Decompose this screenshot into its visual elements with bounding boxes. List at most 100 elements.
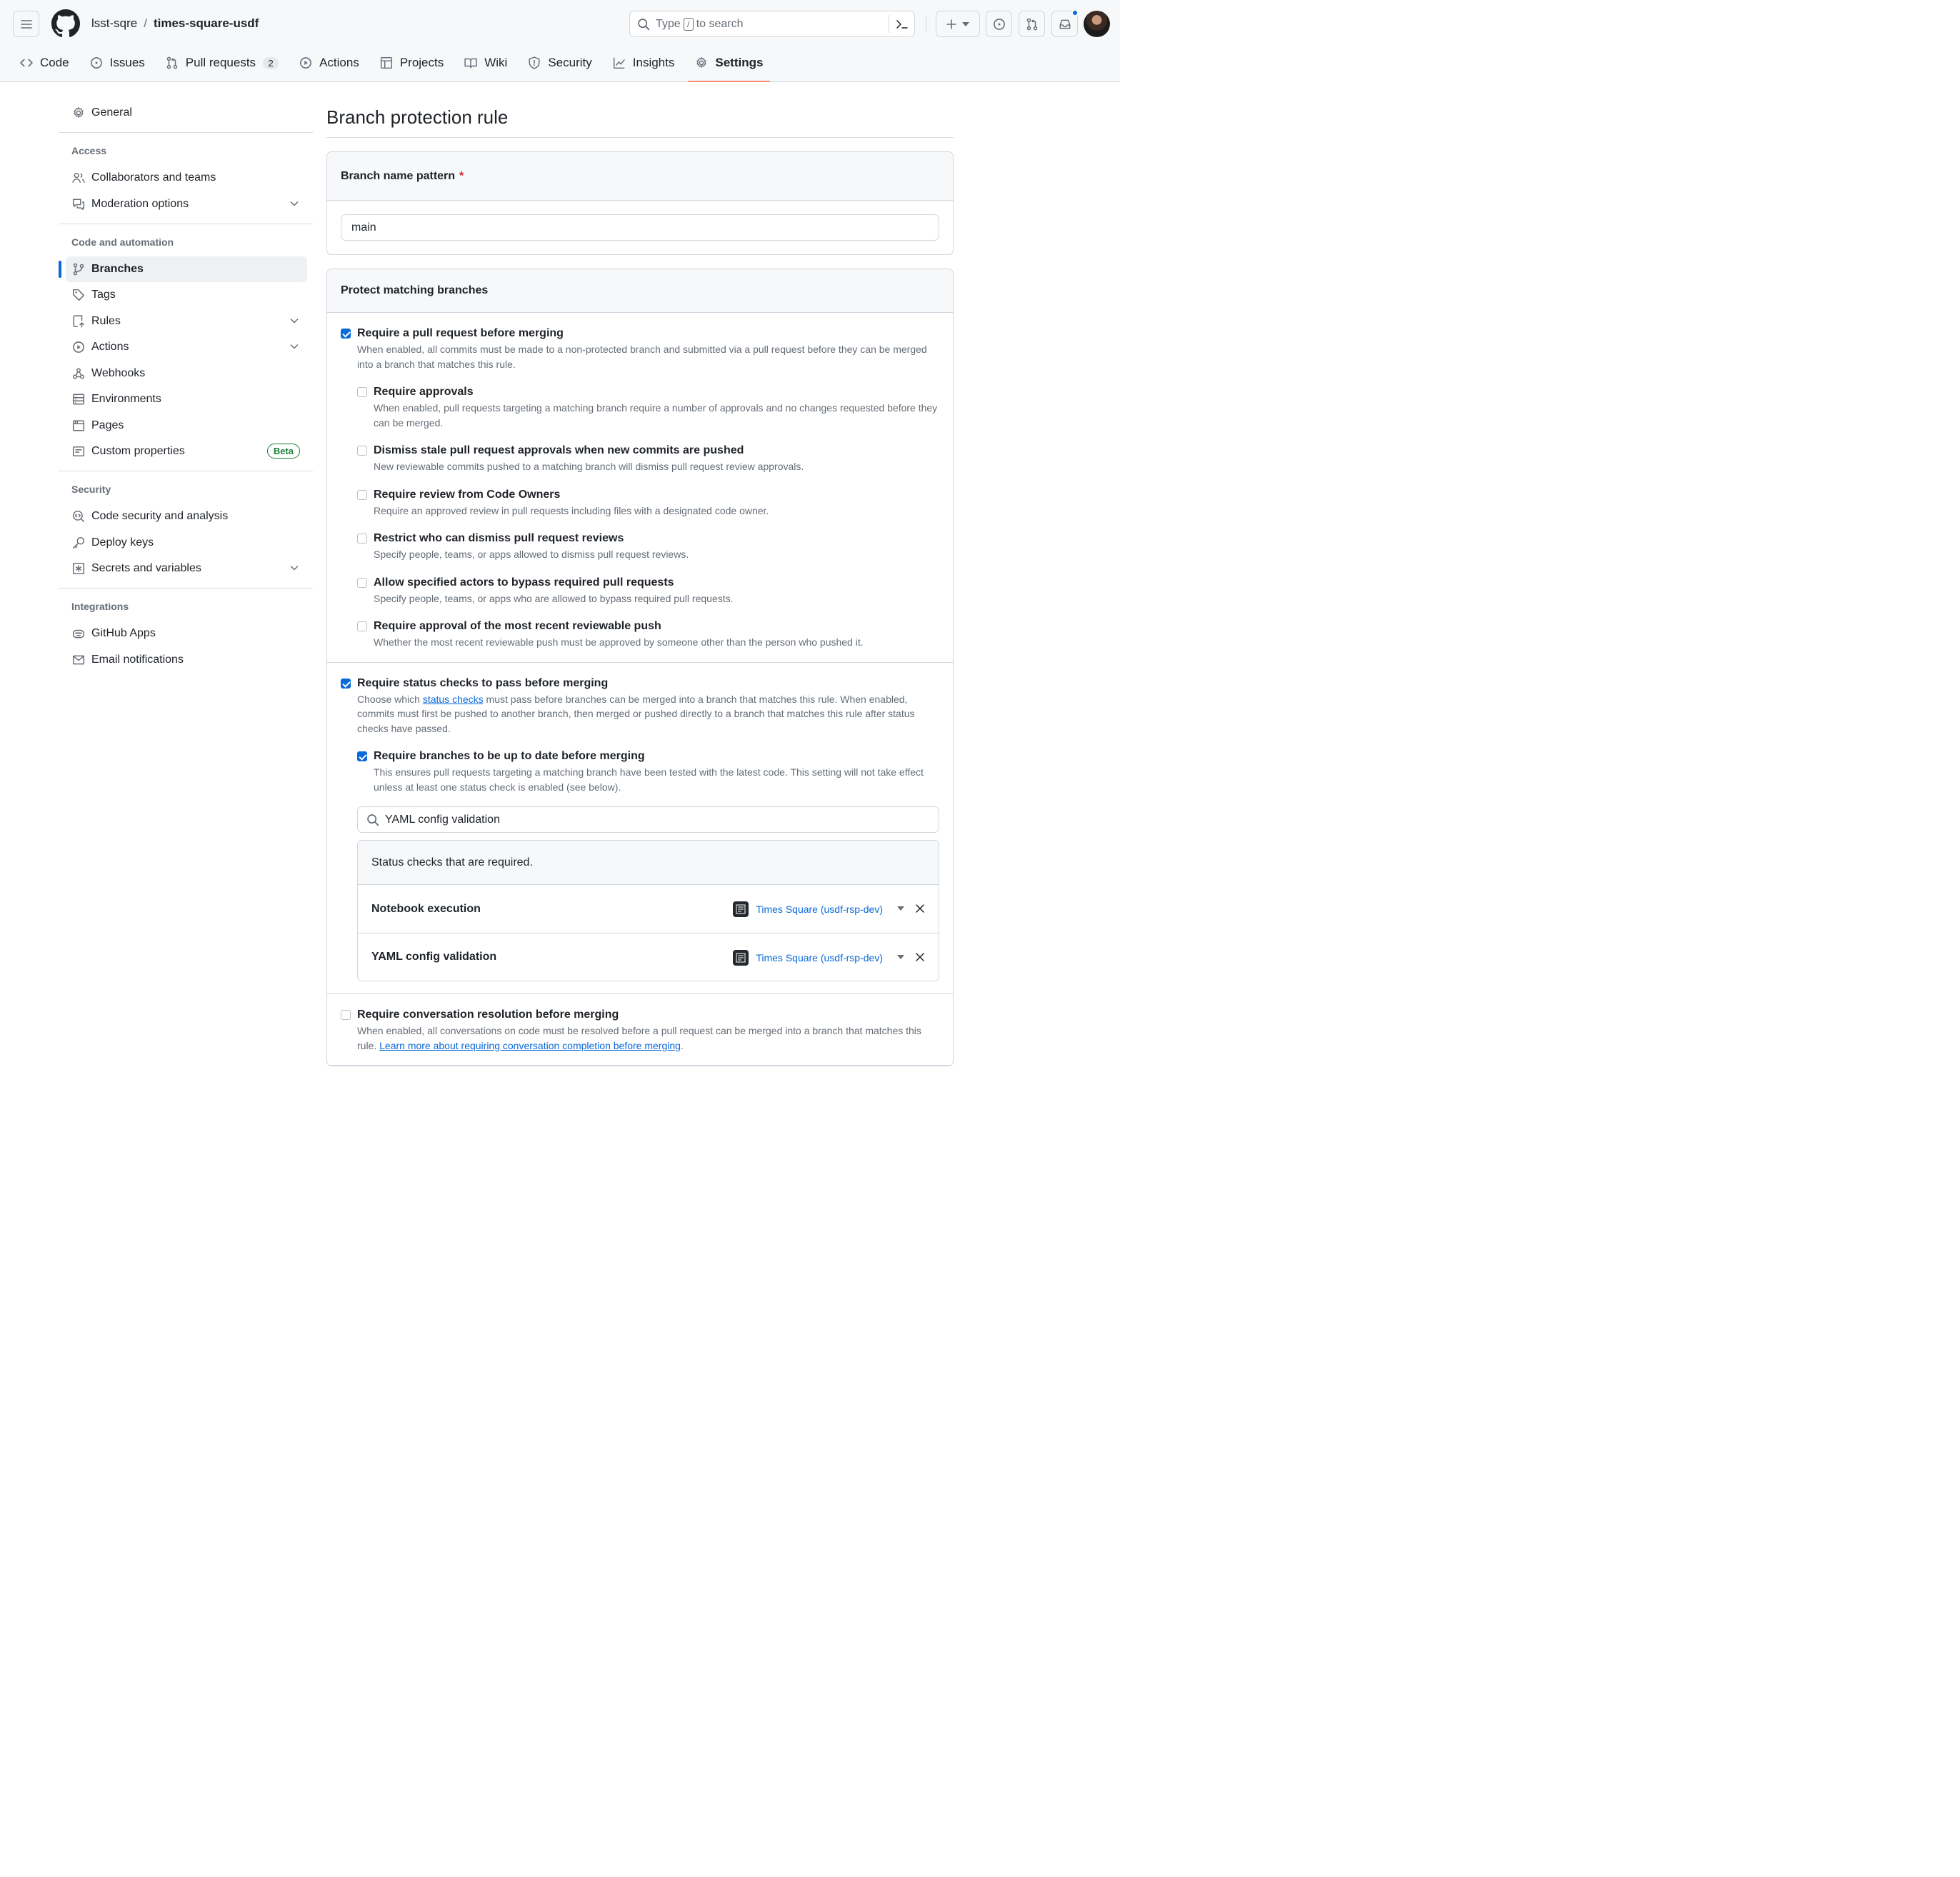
triangle-down-icon[interactable] xyxy=(897,955,904,959)
up-to-date-checkbox[interactable] xyxy=(357,751,367,761)
table-row: YAML config validation Times Square (usd… xyxy=(358,933,939,981)
sidebar-item-tags[interactable]: Tags xyxy=(59,282,313,308)
issues-button[interactable] xyxy=(986,11,1012,37)
status-checks-link[interactable]: status checks xyxy=(423,694,484,705)
tab-code[interactable]: Code xyxy=(13,50,76,76)
pull-requests-button[interactable] xyxy=(1019,11,1045,37)
key-icon xyxy=(72,536,85,549)
sidebar-item-webhooks[interactable]: Webhooks xyxy=(59,361,313,386)
bypass-actors-option: Allow specified actors to bypass require… xyxy=(357,576,939,606)
tab-actions[interactable]: Actions xyxy=(292,50,366,76)
sidebar-item-email-notifications[interactable]: Email notifications xyxy=(59,647,313,673)
tab-issues[interactable]: Issues xyxy=(83,50,152,76)
create-new-button[interactable] xyxy=(936,11,980,37)
repo-owner-link[interactable]: lsst-sqre xyxy=(91,16,137,31)
issue-opened-icon xyxy=(90,57,102,69)
github-logo-icon[interactable] xyxy=(51,9,80,38)
graph-icon xyxy=(613,57,625,69)
sidebar-item-environments[interactable]: Environments xyxy=(59,386,313,412)
beta-badge: Beta xyxy=(266,444,300,459)
mail-icon xyxy=(72,655,85,664)
require-pr-option: Require a pull request before merging Wh… xyxy=(341,326,939,650)
bypass-actors-checkbox[interactable] xyxy=(357,577,367,588)
recent-push-option: Require approval of the most recent revi… xyxy=(357,619,939,650)
menu-button[interactable] xyxy=(13,11,39,37)
code-owners-checkbox[interactable] xyxy=(357,489,367,500)
option-title: Require a pull request before merging xyxy=(357,327,564,339)
restrict-dismiss-checkbox[interactable] xyxy=(357,534,367,544)
note-icon xyxy=(72,446,85,456)
command-palette-button[interactable] xyxy=(889,15,914,33)
triangle-down-icon[interactable] xyxy=(897,906,904,911)
sidebar-item-code-security[interactable]: Code security and analysis xyxy=(59,504,313,529)
settings-sidebar: General Access Collaborators and teams M… xyxy=(59,100,313,673)
status-sub-options: Require branches to be up to date before… xyxy=(357,749,939,981)
app-logo-icon xyxy=(733,950,749,966)
sidebar-item-pages[interactable]: Pages xyxy=(59,413,313,439)
search-input[interactable]: Type / to search xyxy=(629,11,915,37)
avatar[interactable] xyxy=(1084,11,1110,37)
learn-more-link[interactable]: Learn more about requiring conversation … xyxy=(379,1040,681,1051)
dismiss-stale-option: Dismiss stale pull request approvals whe… xyxy=(357,444,939,474)
recent-push-checkbox[interactable] xyxy=(357,621,367,631)
sidebar-item-general[interactable]: General xyxy=(59,100,313,126)
sidebar-item-actions[interactable]: Actions xyxy=(59,334,313,360)
page-title: Branch protection rule xyxy=(326,100,954,138)
close-icon[interactable] xyxy=(916,904,924,913)
require-approvals-checkbox[interactable] xyxy=(357,387,367,397)
sidebar-item-rules[interactable]: Rules xyxy=(59,309,313,334)
sidebar-item-custom-properties[interactable]: Custom properties Beta xyxy=(59,439,313,464)
sidebar-item-moderation[interactable]: Moderation options xyxy=(59,191,313,217)
gear-icon xyxy=(696,57,706,68)
tag-icon xyxy=(72,289,85,301)
check-app: Times Square (usdf-rsp-dev) xyxy=(733,901,883,917)
required-checks-heading: Status checks that are required. xyxy=(358,841,939,885)
app-header: lsst-sqre / times-square-usdf Type / to … xyxy=(0,0,1120,82)
sidebar-item-github-apps[interactable]: GitHub Apps xyxy=(59,621,313,646)
chevron-down-icon xyxy=(290,201,299,206)
tab-wiki[interactable]: Wiki xyxy=(457,50,514,76)
shield-icon xyxy=(529,56,540,69)
git-pull-request-icon xyxy=(166,56,178,69)
app-logo-icon xyxy=(733,901,749,917)
close-icon[interactable] xyxy=(916,953,924,961)
require-pr-checkbox[interactable] xyxy=(341,329,351,339)
table-icon xyxy=(380,56,392,69)
gear-icon xyxy=(74,107,84,118)
conversation-checkbox[interactable] xyxy=(341,1010,351,1020)
comment-discussion-icon xyxy=(72,199,85,210)
up-to-date-option: Require branches to be up to date before… xyxy=(357,749,939,794)
pr-sub-options: Require approvals When enabled, pull req… xyxy=(357,385,939,650)
repo-name-link[interactable]: times-square-usdf xyxy=(154,16,259,31)
terminal-icon xyxy=(896,19,908,29)
breadcrumb-separator: / xyxy=(144,16,147,30)
status-checks-option: Require status checks to pass before mer… xyxy=(341,676,939,981)
hamburger-icon xyxy=(20,19,32,29)
restrict-dismiss-option: Restrict who can dismiss pull request re… xyxy=(357,531,939,562)
sidebar-item-deploy-keys[interactable]: Deploy keys xyxy=(59,530,313,556)
dismiss-stale-checkbox[interactable] xyxy=(357,446,367,456)
tab-pull-requests[interactable]: Pull requests 2 xyxy=(159,50,286,76)
status-checks-checkbox[interactable] xyxy=(341,678,351,689)
key-asterisk-icon xyxy=(72,562,85,575)
check-app-link[interactable]: Times Square (usdf-rsp-dev) xyxy=(756,952,883,963)
tab-projects[interactable]: Projects xyxy=(373,50,451,76)
tab-insights[interactable]: Insights xyxy=(606,50,682,76)
sidebar-item-secrets[interactable]: Secrets and variables xyxy=(59,556,313,581)
tab-settings[interactable]: Settings xyxy=(688,50,771,82)
conversation-option: Require conversation resolution before m… xyxy=(341,1008,939,1053)
sidebar-item-branches[interactable]: Branches xyxy=(59,256,307,282)
required-checks-list: Status checks that are required. Noteboo… xyxy=(357,840,939,981)
triangle-down-icon xyxy=(962,21,969,26)
status-check-search-input[interactable]: YAML config validation xyxy=(357,806,939,833)
pull-requests-count: 2 xyxy=(263,56,279,69)
chevron-down-icon xyxy=(290,344,299,349)
search-icon xyxy=(638,18,650,30)
tab-security[interactable]: Security xyxy=(521,50,599,76)
check-app-link[interactable]: Times Square (usdf-rsp-dev) xyxy=(756,904,883,915)
browser-icon xyxy=(72,420,85,431)
sidebar-item-collaborators[interactable]: Collaborators and teams xyxy=(59,165,313,191)
server-icon xyxy=(72,394,85,405)
check-name: YAML config validation xyxy=(371,951,497,963)
branch-pattern-input[interactable]: main xyxy=(341,214,939,241)
